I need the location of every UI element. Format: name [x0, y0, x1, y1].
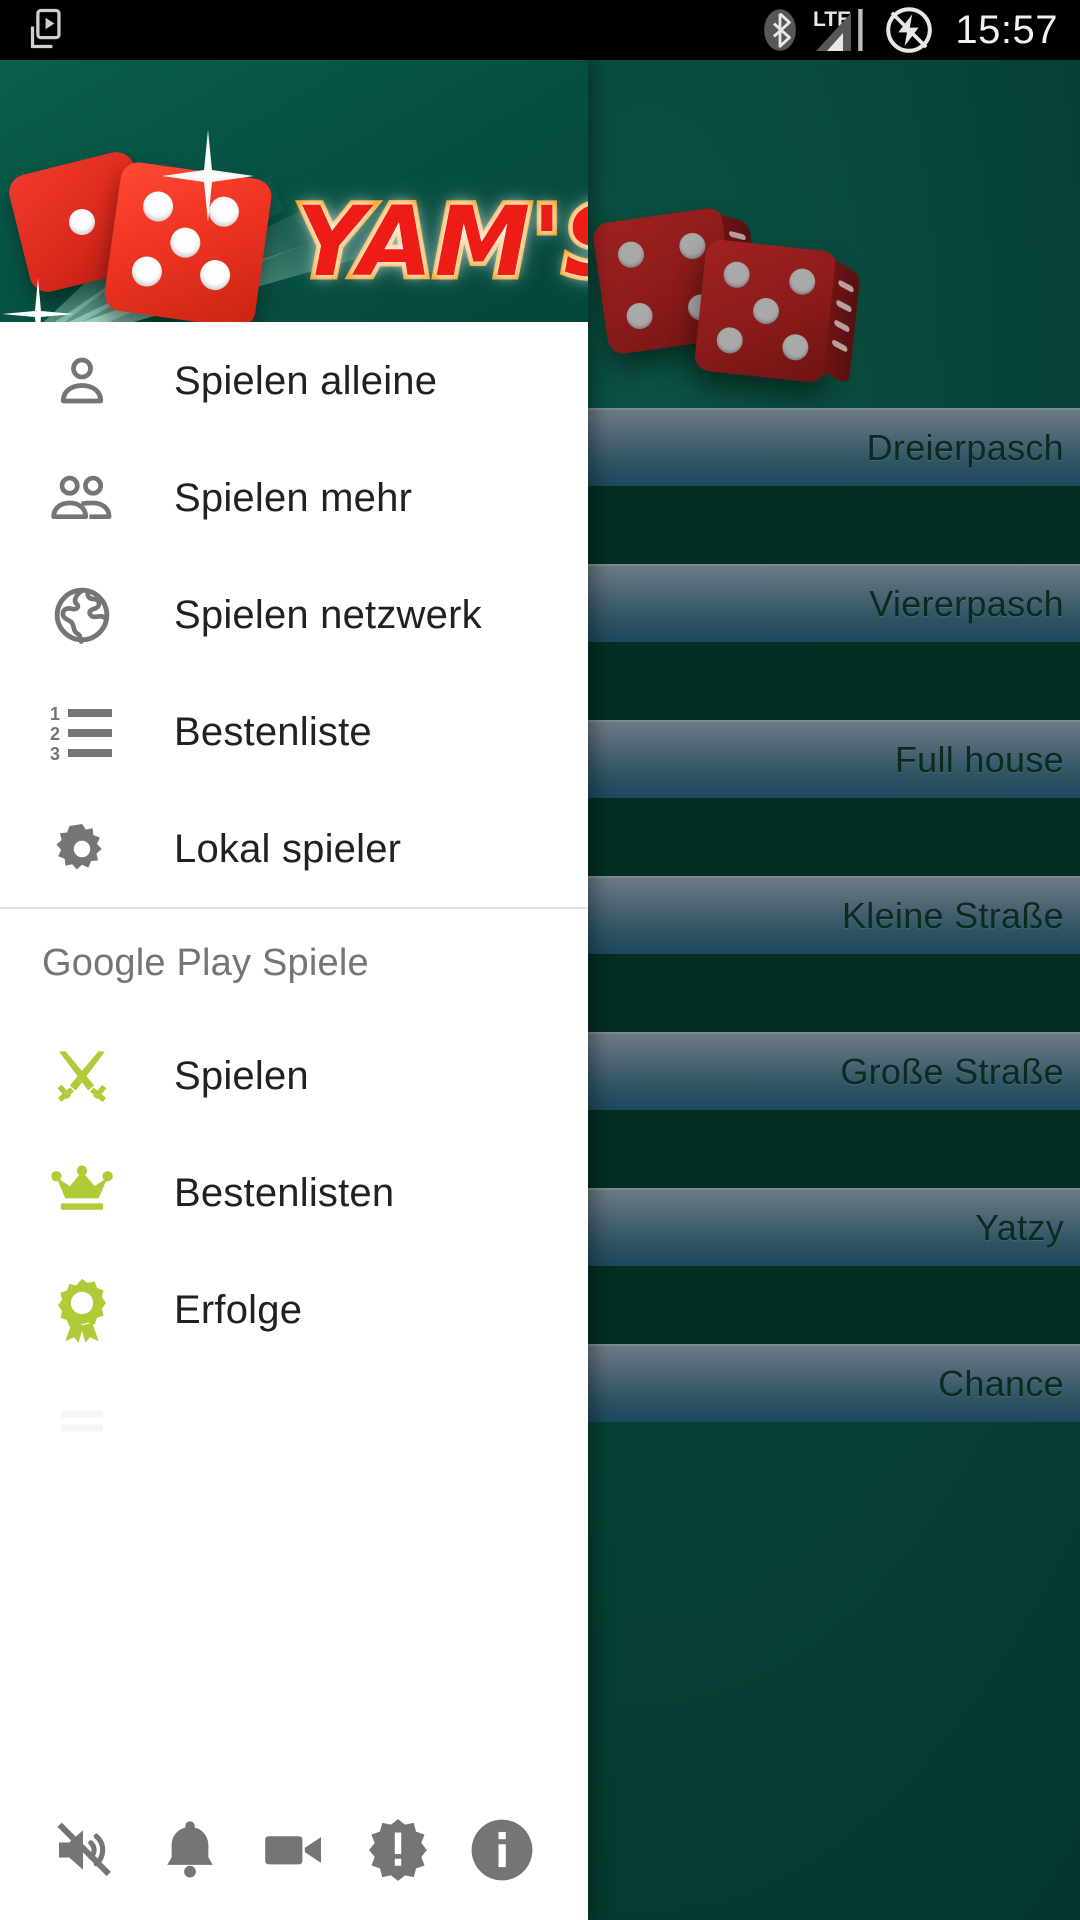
crown-icon [40, 1164, 124, 1221]
drawer-bottom-bar [0, 1780, 588, 1920]
sidebar-item-label: Erfolge [174, 1287, 303, 1332]
drawer-header: YAM'S [0, 60, 588, 322]
gear-icon [40, 818, 124, 880]
crossed-swords-icon [40, 1045, 124, 1107]
app-logo-text: YAM'S [292, 182, 588, 303]
award-ribbon-icon [40, 1277, 124, 1343]
sidebar-item-label: Spielen mehr [174, 475, 413, 520]
sidebar-item-spielen-netzwerk[interactable]: Spielen netzwerk [0, 556, 588, 673]
navigation-drawer: YAM'S Spielen alleine [0, 60, 588, 1920]
sidebar-item-label: Lokal spieler [174, 826, 402, 871]
lte-signal-icon: LTE [813, 8, 863, 51]
sidebar-item-label: Spielen [174, 1053, 309, 1098]
section-title-google-play-spiele: Google Play Spiele [42, 941, 369, 984]
bluetooth-icon [764, 9, 797, 51]
play-store-cast-icon [30, 8, 61, 49]
sidebar-item-play-spielen[interactable]: Spielen [0, 1017, 588, 1134]
sidebar-item-lokal-spieler[interactable]: Lokal spieler [0, 790, 588, 907]
sidebar-item-spielen-mehr[interactable]: Spielen mehr [0, 439, 588, 556]
sidebar-item-play-bestenlisten[interactable]: Bestenlisten [0, 1134, 588, 1251]
status-bar: LTE 15:57 [0, 0, 1080, 60]
phone-screen: Dreierpasch Viererpasch Full house Klein… [0, 0, 1080, 1920]
placeholder-icon [40, 1399, 124, 1455]
globe-icon [40, 584, 124, 646]
sidebar-item-bestenliste[interactable]: 1 2 3 Bestenliste [0, 673, 588, 790]
sidebar-item-spielen-alleine[interactable]: Spielen alleine [0, 322, 588, 439]
alert-badge-icon[interactable] [352, 1804, 444, 1896]
video-camera-icon[interactable] [248, 1804, 340, 1896]
svg-text:2: 2 [50, 724, 60, 744]
battery-charging-icon [886, 7, 933, 53]
sidebar-item-label: Bestenlisten [174, 1170, 395, 1215]
info-icon[interactable] [456, 1804, 548, 1896]
sidebar-item-label: Spielen netzwerk [174, 592, 482, 637]
sidebar-item-play-erfolge[interactable]: Erfolge [0, 1251, 588, 1368]
svg-text:1: 1 [50, 704, 60, 724]
bell-icon[interactable] [144, 1804, 236, 1896]
sidebar-item-label: Bestenliste [174, 709, 372, 754]
people-icon [40, 468, 124, 528]
drawer-menu: Spielen alleine Spielen mehr Spielen net… [0, 322, 588, 1780]
mute-icon[interactable] [40, 1804, 132, 1896]
logo-die-front [102, 160, 274, 322]
svg-text:3: 3 [50, 744, 60, 760]
sidebar-item-label: Spielen alleine [174, 358, 438, 403]
person-icon [40, 351, 124, 411]
numbered-list-icon: 1 2 3 [40, 704, 124, 760]
status-clock: 15:57 [955, 8, 1058, 52]
sidebar-item-partial[interactable] [0, 1368, 588, 1485]
